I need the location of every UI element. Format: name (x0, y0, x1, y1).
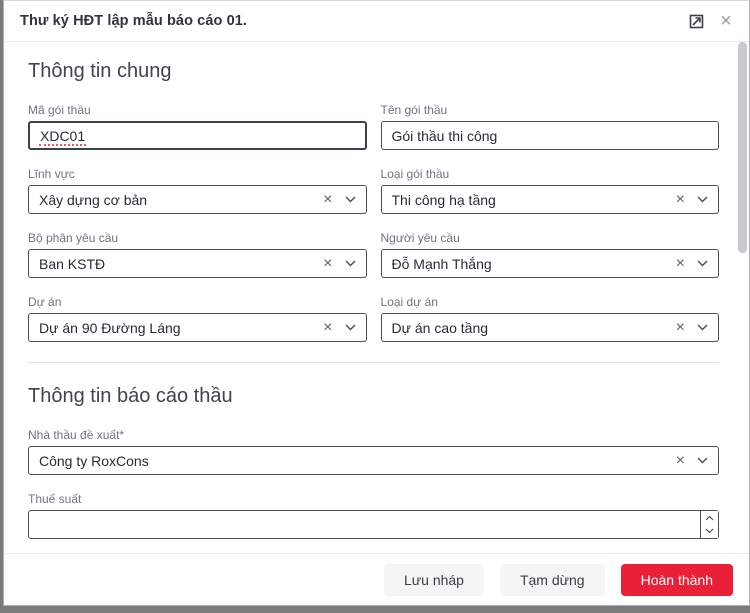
report-template-modal: Thư ký HĐT lập mẫu báo cáo 01. × Thông t… (3, 0, 750, 606)
modal-footer: Lưu nháp Tạm dừng Hoàn thành (4, 553, 749, 605)
form-row: Bộ phận yêu cầu Ban KSTĐ × Người yêu cầu… (28, 231, 719, 278)
nguoi-yeu-cau-select[interactable]: Đỗ Mạnh Thắng × (381, 249, 720, 278)
field-label: Người yêu cầu (381, 231, 720, 245)
section-divider (28, 362, 719, 363)
header-actions: × (687, 12, 735, 30)
complete-button[interactable]: Hoàn thành (621, 564, 733, 596)
number-input-wrap (28, 510, 719, 539)
select-value: Ban KSTĐ (39, 256, 319, 272)
form-row: Lĩnh vực Xây dựng cơ bản × Loại gói thầu… (28, 167, 719, 214)
nha-thau-de-xuat-select[interactable]: Công ty RoxCons × (28, 446, 719, 475)
clear-icon[interactable]: × (672, 256, 689, 272)
linh-vuc-select[interactable]: Xây dựng cơ bản × (28, 185, 367, 214)
chevron-down-icon (345, 260, 356, 267)
ma-goi-thau-input[interactable] (28, 121, 367, 150)
field-label: Mã gói thầu (28, 103, 367, 117)
select-value: Dự án 90 Đường Láng (39, 320, 319, 336)
select-value: Công ty RoxCons (39, 453, 672, 469)
clear-icon[interactable]: × (672, 453, 689, 469)
field-label: Thuế suất (28, 492, 719, 506)
field-label: Loại gói thầu (381, 167, 720, 181)
clear-icon[interactable]: × (672, 192, 689, 208)
field-ma-goi-thau: Mã gói thầu (28, 103, 367, 150)
field-label: Dự án (28, 295, 367, 309)
field-nha-thau-de-xuat: Nhà thầu đề xuất* Công ty RoxCons × (28, 428, 719, 475)
vertical-scrollbar-thumb[interactable] (738, 42, 747, 253)
form-row: Dự án Dự án 90 Đường Láng × Loại dự án D… (28, 295, 719, 342)
select-value: Thi công hạ tầng (392, 192, 672, 208)
field-ten-goi-thau: Tên gói thầu (381, 103, 720, 150)
field-linh-vuc: Lĩnh vực Xây dựng cơ bản × (28, 167, 367, 214)
field-label: Nhà thầu đề xuất* (28, 428, 719, 442)
chevron-down-icon (697, 196, 708, 203)
chevron-down-icon (697, 457, 708, 464)
modal-header: Thư ký HĐT lập mẫu báo cáo 01. × (4, 1, 749, 42)
field-loai-goi-thau: Loại gói thầu Thi công hạ tầng × (381, 167, 720, 214)
field-label: Tên gói thầu (381, 103, 720, 117)
select-value: Xây dựng cơ bản (39, 192, 319, 208)
loai-du-an-select[interactable]: Dự án cao tầng × (381, 313, 720, 342)
section-heading-report: Thông tin báo cáo thầu (28, 385, 719, 408)
chevron-down-icon (345, 324, 356, 331)
input-wrap (28, 121, 367, 150)
spinner-down-button[interactable] (701, 525, 718, 539)
section-heading-general: Thông tin chung (28, 60, 719, 83)
modal-body: Thông tin chung Mã gói thầu Tên gói thầu (4, 42, 749, 553)
ten-goi-thau-input[interactable] (381, 121, 720, 150)
expand-icon[interactable] (687, 12, 705, 30)
loai-goi-thau-select[interactable]: Thi công hạ tầng × (381, 185, 720, 214)
du-an-select[interactable]: Dự án 90 Đường Láng × (28, 313, 367, 342)
number-spinner (700, 511, 718, 538)
save-draft-button[interactable]: Lưu nháp (384, 564, 484, 596)
clear-icon[interactable]: × (672, 320, 689, 336)
field-label: Bộ phận yêu cầu (28, 231, 367, 245)
modal-title: Thư ký HĐT lập mẫu báo cáo 01. (20, 13, 247, 29)
bo-phan-yeu-cau-select[interactable]: Ban KSTĐ × (28, 249, 367, 278)
field-bo-phan-yeu-cau: Bộ phận yêu cầu Ban KSTĐ × (28, 231, 367, 278)
input-wrap (381, 121, 720, 150)
chevron-down-icon (345, 196, 356, 203)
field-nguoi-yeu-cau: Người yêu cầu Đỗ Mạnh Thắng × (381, 231, 720, 278)
form-row: Mã gói thầu Tên gói thầu (28, 103, 719, 150)
chevron-down-icon (697, 324, 708, 331)
chevron-down-icon (697, 260, 708, 267)
field-du-an: Dự án Dự án 90 Đường Láng × (28, 295, 367, 342)
close-icon[interactable]: × (717, 12, 735, 30)
thue-suat-input[interactable] (29, 511, 700, 538)
select-value: Dự án cao tầng (392, 320, 672, 336)
field-label: Loại dự án (381, 295, 720, 309)
clear-icon[interactable]: × (319, 192, 336, 208)
window-frame: Thư ký HĐT lập mẫu báo cáo 01. × Thông t… (0, 0, 750, 613)
clear-icon[interactable]: × (319, 256, 336, 272)
spinner-up-button[interactable] (701, 511, 718, 525)
clear-icon[interactable]: × (319, 320, 336, 336)
select-value: Đỗ Mạnh Thắng (392, 256, 672, 272)
field-thue-suat: Thuế suất (28, 492, 719, 539)
field-loai-du-an: Loại dự án Dự án cao tầng × (381, 295, 720, 342)
pause-button[interactable]: Tạm dừng (500, 564, 605, 596)
field-label: Lĩnh vực (28, 167, 367, 181)
